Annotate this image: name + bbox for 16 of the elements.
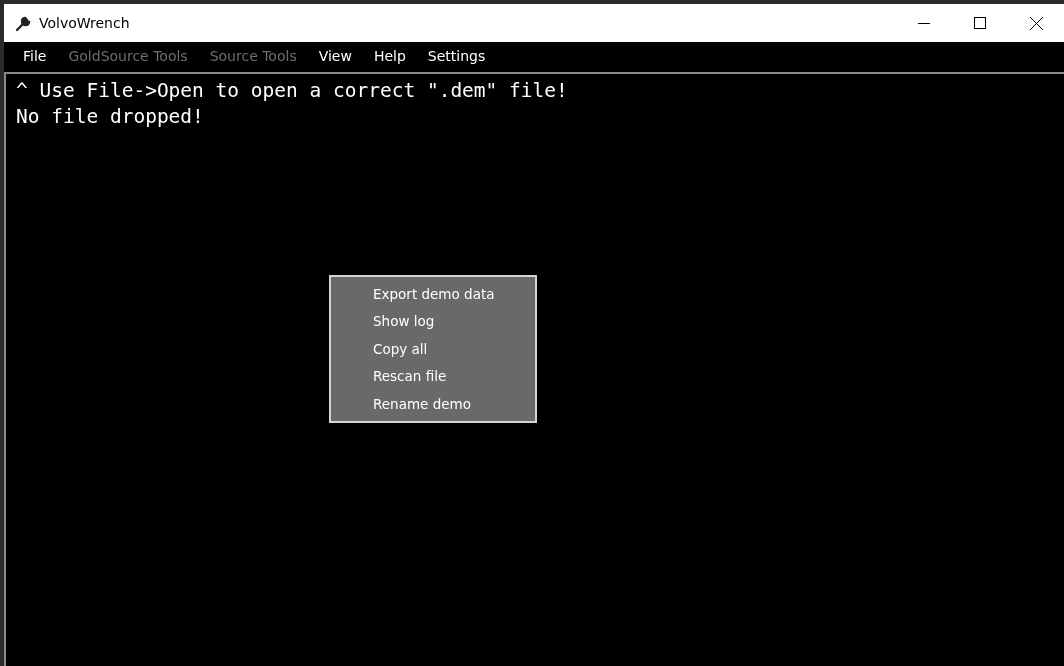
wrench-icon bbox=[15, 14, 33, 32]
context-menu-item[interactable]: Copy all bbox=[331, 335, 535, 363]
menu-item[interactable]: Help bbox=[362, 42, 417, 70]
menu-item[interactable]: File bbox=[12, 42, 58, 70]
close-icon bbox=[1029, 16, 1043, 30]
window-title: VolvoWrench bbox=[39, 15, 130, 31]
menu-item[interactable]: Settings bbox=[416, 42, 497, 70]
console-line: No file dropped! bbox=[16, 104, 205, 130]
context-menu-item[interactable]: Show log bbox=[331, 307, 535, 335]
console-line: ^ Use File->Open to open a correct ".dem" file! bbox=[16, 78, 569, 104]
context-menu-item[interactable]: Rescan file bbox=[331, 362, 535, 390]
minimize-icon bbox=[918, 22, 930, 24]
maximize-icon bbox=[974, 17, 986, 29]
context-menu-item[interactable]: Export demo data bbox=[331, 280, 535, 308]
context-menu-item[interactable]: Rename demo bbox=[331, 390, 535, 418]
menu-item[interactable]: View bbox=[307, 42, 363, 70]
